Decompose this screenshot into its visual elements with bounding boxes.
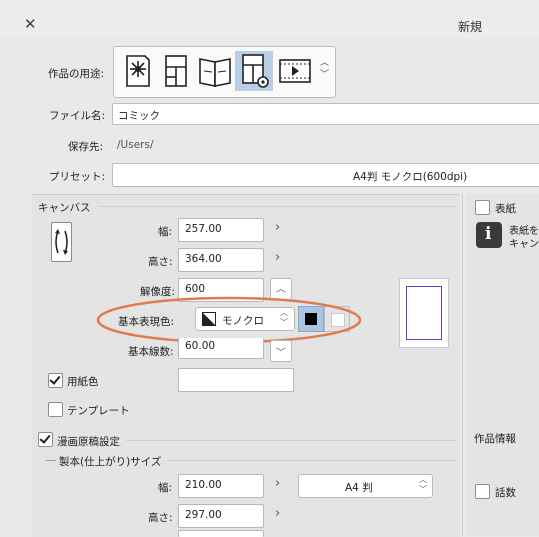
- lines-value: 60.00: [185, 340, 216, 352]
- chevron-up-icon: ︿: [276, 284, 286, 295]
- template-label: テンプレート: [67, 405, 130, 417]
- cover-info-text-2: キャン: [509, 239, 539, 250]
- finish-height-label: 高さ:: [148, 512, 173, 524]
- close-icon[interactable]: ✕: [24, 17, 37, 32]
- width-label: 幅:: [158, 226, 173, 238]
- preset-select[interactable]: A4判 モノクロ(600dpi): [112, 163, 539, 187]
- finish-divider: [167, 460, 456, 461]
- height-label: 高さ:: [148, 256, 173, 268]
- episode-checkbox[interactable]: [475, 484, 490, 499]
- filename-input[interactable]: コミック: [112, 103, 539, 125]
- filename-value: コミック: [118, 110, 160, 122]
- finish-size-label: 製本(仕上がり)サイズ: [59, 456, 162, 468]
- height-value: 364.00: [185, 253, 222, 265]
- filename-label: ファイル名:: [49, 110, 106, 122]
- manga-settings-label: 漫画原稿設定: [57, 436, 120, 448]
- paper-size-value: A4 判: [345, 482, 373, 494]
- preset-label: プリセット:: [49, 171, 106, 183]
- finish-height-input[interactable]: 297.00: [178, 504, 264, 528]
- preview-frame: [406, 286, 442, 340]
- template-checkbox[interactable]: [48, 402, 63, 417]
- manga-divider: [126, 440, 456, 441]
- lines-label: 基本線数:: [128, 346, 174, 358]
- save-label: 保存先:: [68, 141, 104, 153]
- lines-stepper[interactable]: ﹀: [270, 340, 292, 362]
- finish-width-label: 幅:: [158, 482, 173, 494]
- info-icon: i: [476, 222, 502, 248]
- chevron-updown-icon: ︿ ﹀: [419, 475, 427, 494]
- work-info-label: 作品情報: [474, 433, 516, 445]
- canvas-preview: [399, 278, 449, 348]
- chevron-down-icon: ﹀: [276, 348, 286, 359]
- finish-height-chevron-icon[interactable]: ›: [275, 506, 280, 521]
- usage-selector[interactable]: ︿ ﹀: [113, 46, 336, 98]
- custom-icon[interactable]: [235, 51, 273, 91]
- paper-color-swatch[interactable]: [178, 368, 294, 392]
- window-title: 新規: [458, 20, 483, 34]
- cover-checkbox[interactable]: [475, 200, 490, 215]
- rotate-icon: [55, 229, 68, 255]
- height-input[interactable]: 364.00: [178, 248, 264, 272]
- height-chevron-icon[interactable]: ›: [275, 250, 280, 265]
- finish-width-input[interactable]: 210.00: [178, 474, 264, 498]
- panel-divider: [462, 194, 463, 536]
- finish-width-value: 210.00: [185, 479, 222, 491]
- paper-size-select[interactable]: A4 判 ︿ ﹀: [298, 474, 433, 498]
- section-divider: [98, 206, 456, 207]
- manga-settings-checkbox[interactable]: [38, 432, 53, 447]
- finish-dash: [46, 460, 56, 461]
- lines-input[interactable]: 60.00: [178, 338, 264, 359]
- width-input[interactable]: 257.00: [178, 218, 264, 242]
- usage-label: 作品の用途:: [48, 68, 105, 80]
- save-path[interactable]: /Users/: [117, 139, 153, 151]
- canvas-section-label: キャンバス: [38, 202, 91, 214]
- preset-value: A4判 モノクロ(600dpi): [353, 171, 468, 183]
- book-icon[interactable]: [196, 51, 234, 91]
- finish-width-chevron-icon[interactable]: ›: [275, 476, 280, 491]
- width-chevron-icon[interactable]: ›: [275, 220, 280, 235]
- animation-icon[interactable]: [276, 51, 314, 91]
- orientation-toggle[interactable]: [51, 222, 72, 262]
- episode-label: 話数: [495, 487, 516, 499]
- finish-height-value: 297.00: [185, 509, 222, 521]
- comic-icon[interactable]: [157, 51, 195, 91]
- paper-color-checkbox[interactable]: [48, 373, 63, 388]
- usage-stepper[interactable]: ︿ ﹀: [320, 57, 329, 81]
- width-value: 257.00: [185, 223, 222, 235]
- paper-color-label: 用紙色: [67, 376, 99, 388]
- cover-label: 表紙: [495, 203, 516, 215]
- illustration-icon[interactable]: [118, 51, 156, 91]
